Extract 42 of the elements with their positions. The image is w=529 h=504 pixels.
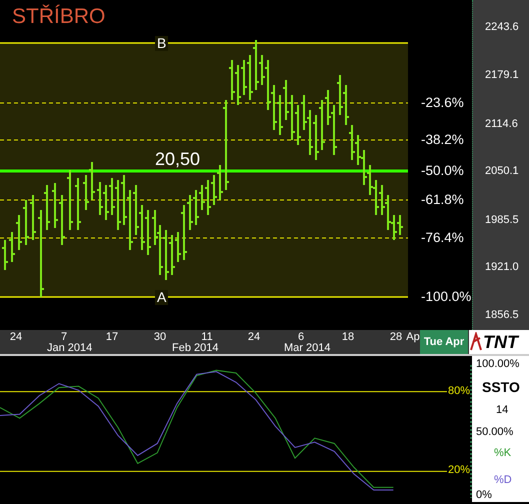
day-label: 28 bbox=[390, 332, 402, 343]
chart-title: STŘÍBRO bbox=[12, 6, 106, 27]
cursor-date: Tue Apr bbox=[420, 330, 468, 354]
month-label: Mar 2014 bbox=[284, 343, 330, 354]
point-marker: B bbox=[155, 36, 168, 51]
fib-level-label: -50.0% bbox=[421, 164, 464, 178]
day-label: Ap bbox=[406, 332, 420, 343]
scale-label: 100.00% bbox=[476, 359, 520, 370]
day-label: 7 bbox=[60, 332, 68, 343]
fib-level-label: -23.6% bbox=[421, 96, 464, 110]
fib-level-label: -61.8% bbox=[421, 193, 464, 206]
figure-icon bbox=[469, 332, 483, 352]
level-value: 20,50 bbox=[155, 150, 200, 168]
price-label: 2179.1 bbox=[485, 70, 519, 81]
day-label: 6 bbox=[298, 332, 304, 343]
day-label: 17 bbox=[106, 332, 118, 343]
fib-level-label: -100.0% bbox=[421, 290, 472, 304]
series-label: %D bbox=[494, 475, 512, 486]
day-label: 30 bbox=[154, 332, 166, 343]
price-label: 1985.5 bbox=[485, 215, 519, 226]
scale-label: 0% bbox=[476, 490, 492, 501]
level-label: 80% bbox=[448, 386, 470, 397]
month-label: Jan 2014 bbox=[47, 343, 92, 354]
logo-text: TNT bbox=[483, 333, 518, 351]
fib-level-label: -76.4% bbox=[421, 231, 464, 244]
indicator-period: 14 bbox=[496, 405, 508, 416]
day-label: 18 bbox=[342, 332, 354, 343]
price-label: 1856.5 bbox=[485, 310, 519, 321]
price-label: 2243.6 bbox=[485, 22, 519, 33]
price-label: 2050.1 bbox=[485, 166, 519, 177]
fib-level-label: -38.2% bbox=[421, 133, 464, 146]
series-label: %K bbox=[494, 448, 512, 459]
price-label: 2114.6 bbox=[485, 119, 518, 130]
day-label: 11 bbox=[201, 332, 213, 343]
day-label: 24 bbox=[248, 332, 260, 343]
price-label: 1921.0 bbox=[485, 262, 519, 273]
level-label: 20% bbox=[448, 465, 470, 476]
scale-label: 50.00% bbox=[476, 427, 514, 438]
day-label: 24 bbox=[10, 332, 22, 343]
month-label: Feb 2014 bbox=[172, 343, 218, 354]
indicator-name: SSTO bbox=[482, 380, 520, 394]
point-marker: A bbox=[155, 290, 168, 305]
